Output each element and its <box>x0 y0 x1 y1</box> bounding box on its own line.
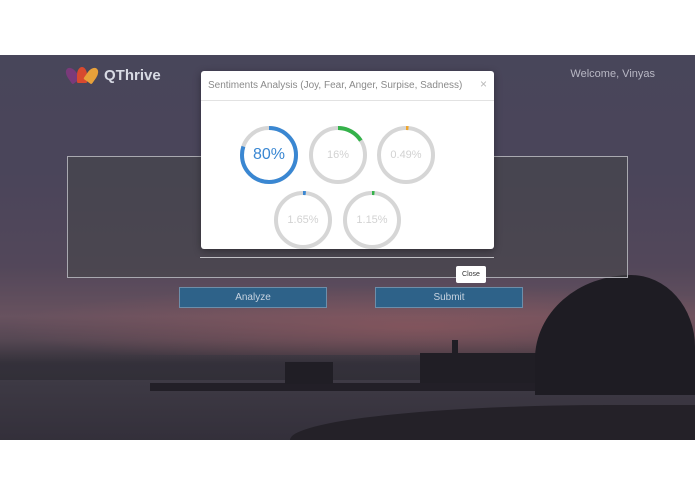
lotus-logo-icon <box>63 65 101 85</box>
brand[interactable]: QThrive <box>63 65 161 85</box>
gauge-value-joy: 80% <box>252 146 286 163</box>
gauge-sadness: 1.15% <box>342 190 402 250</box>
submit-button[interactable]: Submit <box>375 287 523 308</box>
sentiment-modal: Sentiments Analysis (Joy, Fear, Anger, S… <box>201 71 494 249</box>
gauge-surprise: 1.65% <box>273 190 333 250</box>
app-background: QThrive Welcome, Vinyas Analyze Submit C… <box>0 55 695 440</box>
gauge-value-anger: 0.49% <box>390 149 422 161</box>
gauge-value-sadness: 1.15% <box>356 214 388 226</box>
close-button[interactable]: Close <box>456 266 486 283</box>
analyze-button[interactable]: Analyze <box>179 287 327 308</box>
gauge-joy: 80% <box>239 125 299 185</box>
gauge-value-fear: 16% <box>326 149 350 161</box>
brand-name: QThrive <box>104 66 161 84</box>
modal-title: Sentiments Analysis (Joy, Fear, Anger, S… <box>208 80 463 91</box>
modal-close-icon[interactable]: × <box>480 77 487 91</box>
gauge-anger: 0.49% <box>376 125 436 185</box>
gauge-value-surprise: 1.65% <box>287 214 319 226</box>
welcome-text: Welcome, Vinyas <box>570 68 655 80</box>
input-underline <box>200 257 494 258</box>
gauge-fear: 16% <box>308 125 368 185</box>
modal-header: Sentiments Analysis (Joy, Fear, Anger, S… <box>201 71 494 101</box>
